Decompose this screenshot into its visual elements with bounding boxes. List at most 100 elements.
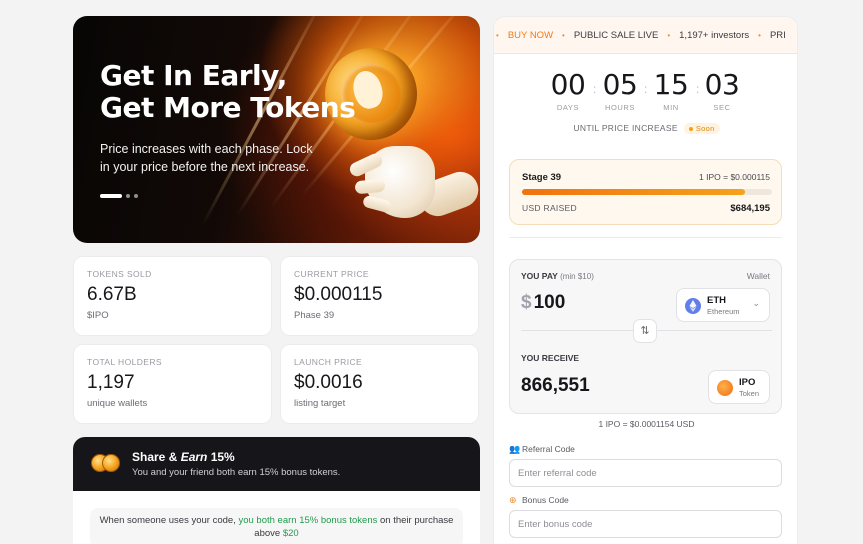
countdown-min-value: 15 <box>653 68 689 101</box>
soon-badge: Soon <box>683 123 720 134</box>
referral-code-input[interactable] <box>509 459 782 487</box>
receive-token-symbol: IPO <box>739 377 756 388</box>
wallet-link[interactable]: Wallet <box>747 271 770 281</box>
pay-token-name: Ethereum <box>707 307 740 316</box>
share-title-prefix: Share & <box>132 450 181 464</box>
countdown-separator: : <box>696 82 700 96</box>
ticker-dot: • <box>562 31 565 40</box>
share-earn-header: Share & Earn 15% You and your friend bot… <box>73 437 480 491</box>
countdown-min-label: MIN <box>663 103 679 112</box>
ticker-dot: • <box>758 31 761 40</box>
countdown-days: 00 DAYS <box>546 68 590 113</box>
countdown-days-value: 00 <box>550 68 586 101</box>
referral-label-text: Referral Code <box>522 444 575 454</box>
carousel-dot-1[interactable] <box>100 194 122 198</box>
stat-value: $0.0016 <box>294 372 363 393</box>
stat-sub: $IPO <box>87 310 109 321</box>
hero-banner: Get In Early, Get More Tokens Price incr… <box>73 16 480 243</box>
you-pay-text: YOU PAY <box>521 271 558 281</box>
stat-label: TOKENS SOLD <box>87 269 152 279</box>
share-box-highlight: you both earn 15% bonus tokens <box>238 515 378 526</box>
swap-direction-icon[interactable]: ⇅ <box>633 319 657 343</box>
countdown-hours-value: 05 <box>602 68 638 101</box>
divider <box>509 237 782 238</box>
hero-title-line1: Get In Early, <box>100 59 287 92</box>
countdown-hours-label: HOURS <box>604 103 636 112</box>
share-box-text: When someone uses your code, <box>99 515 239 526</box>
pay-amount-value: 100 <box>533 292 566 313</box>
gift-icon: ⊕ <box>509 495 517 506</box>
min-amount-note: (min $10) <box>560 272 594 281</box>
stage-rate: 1 IPO = $0.000115 <box>699 172 770 182</box>
share-title-suffix: 15% <box>207 450 235 464</box>
ticker-tail: PRI <box>769 30 786 41</box>
chevron-down-icon: ⌄ <box>752 298 760 308</box>
stat-sub: Phase 39 <box>294 310 335 321</box>
until-label: UNTIL PRICE INCREASE <box>573 123 678 133</box>
share-earn-card: Share & Earn 15% You and your friend bot… <box>73 437 480 544</box>
countdown-hours: 05 HOURS <box>598 68 642 113</box>
stat-sub: unique wallets <box>87 398 148 409</box>
ethereum-icon <box>685 298 701 314</box>
exchange-rate-note: 1 IPO = $0.0001154 USD <box>598 419 695 429</box>
pay-token-symbol: ETH <box>707 295 726 306</box>
countdown-min: 15 MIN <box>649 68 693 113</box>
stage-progress-card: Stage 39 1 IPO = $0.000115 USD RAISED $6… <box>509 159 782 225</box>
stat-value: 6.67B <box>87 284 137 305</box>
hero-title: Get In Early, Get More Tokens <box>100 60 370 124</box>
share-earn-title: Share & Earn 15% <box>132 450 235 464</box>
share-box-amount: $20 <box>282 528 299 539</box>
stage-name: Stage 39 <box>522 172 562 183</box>
pay-token-selector[interactable]: ETH Ethereum ⌄ <box>676 288 770 322</box>
stage-progress-fill <box>522 189 745 195</box>
coins-icon <box>91 454 121 474</box>
you-receive-label: YOU RECEIVE <box>521 353 580 363</box>
bonus-label-text: Bonus Code <box>522 495 569 505</box>
countdown-separator: : <box>644 82 648 96</box>
stat-card-tokens-sold: TOKENS SOLD 6.67B $IPO <box>73 256 272 336</box>
ticker-investors: 1,197+ investors <box>679 30 750 41</box>
hero-title-line2: Get More Tokens <box>100 91 356 124</box>
usd-raised-value: $684,195 <box>730 203 770 214</box>
share-earn-info-box: When someone uses your code, you both ea… <box>90 508 463 544</box>
referral-code-label: 👥 Referral Code <box>509 444 575 454</box>
countdown-separator: : <box>593 82 597 96</box>
pay-amount-input[interactable]: $100 <box>521 292 565 314</box>
you-pay-label: YOU PAY (min $10) <box>521 271 594 281</box>
hand-illustration <box>335 136 480 228</box>
bonus-code-input[interactable] <box>509 510 782 538</box>
ipo-token-icon <box>717 380 733 396</box>
purchase-panel: • BUY NOW • PUBLIC SALE LIVE • 1,197+ investo… <box>493 16 798 544</box>
carousel-dots <box>100 194 138 198</box>
countdown-sec-value: 03 <box>704 68 740 101</box>
stat-label: TOTAL HOLDERS <box>87 357 162 367</box>
ticker-dot: • <box>667 31 671 40</box>
stat-card-current-price: CURRENT PRICE $0.000115 Phase 39 <box>280 256 479 336</box>
countdown-sec: 03 SEC <box>700 68 744 113</box>
stat-card-total-holders: TOTAL HOLDERS 1,197 unique wallets <box>73 344 272 424</box>
countdown-sec-label: SEC <box>713 103 731 112</box>
soon-label: Soon <box>695 124 715 133</box>
carousel-dot-2[interactable] <box>126 194 130 198</box>
announcement-ticker: • BUY NOW • PUBLIC SALE LIVE • 1,197+ investo… <box>494 17 797 54</box>
stat-value: 1,197 <box>87 372 135 393</box>
stat-card-launch-price: LAUNCH PRICE $0.0016 listing target <box>280 344 479 424</box>
share-earn-description: You and your friend both earn 15% bonus … <box>132 467 341 478</box>
swap-card: YOU PAY (min $10) Wallet $100 ETH Ethere… <box>509 259 782 414</box>
ticker-dot: • <box>496 31 499 40</box>
bonus-code-label: ⊕ Bonus Code <box>509 495 569 505</box>
stat-sub: listing target <box>294 398 346 409</box>
ticker-public-sale: PUBLIC SALE LIVE <box>573 30 659 41</box>
users-icon: 👥 <box>509 444 521 455</box>
receive-amount: 866,551 <box>521 375 590 396</box>
hero-subtitle: Price increases with each phase. Lock in… <box>100 142 313 174</box>
usd-raised-label: USD RAISED <box>522 203 577 213</box>
receive-token-display: IPO Token <box>708 370 770 404</box>
carousel-dot-3[interactable] <box>134 194 138 198</box>
stat-label: LAUNCH PRICE <box>294 357 363 367</box>
share-title-em: Earn <box>180 450 208 464</box>
stat-label: CURRENT PRICE <box>294 269 369 279</box>
ticker-buy-now[interactable]: BUY NOW <box>508 17 553 53</box>
currency-symbol: $ <box>521 292 532 313</box>
stage-progress-bar <box>522 189 772 195</box>
